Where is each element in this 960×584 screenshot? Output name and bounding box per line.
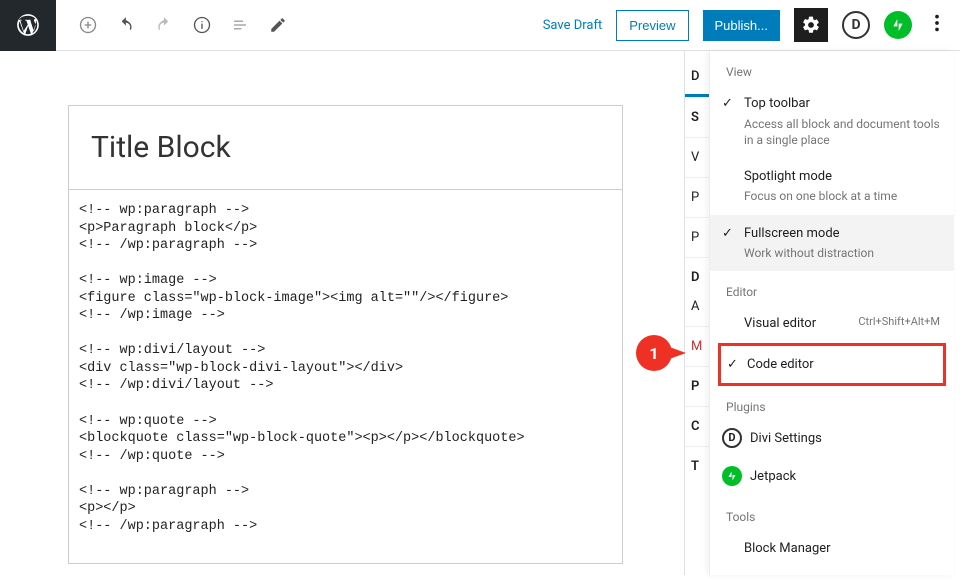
check-icon: ✓ bbox=[722, 225, 733, 243]
preview-button[interactable]: Preview bbox=[616, 10, 688, 41]
toolbar-left-group bbox=[56, 15, 288, 35]
menu-item-divi-settings[interactable]: D Divi Settings bbox=[710, 420, 954, 458]
menu-section-view: View bbox=[710, 51, 954, 85]
post-title-box[interactable]: Title Block bbox=[68, 105, 623, 190]
sidebar-section[interactable]: T bbox=[685, 446, 709, 486]
menu-item-title: Block Manager bbox=[744, 540, 940, 558]
redo-button[interactable] bbox=[154, 15, 174, 35]
menu-item-desc: Work without distraction bbox=[744, 245, 940, 261]
menu-item-code-editor[interactable]: ✓ Code editor bbox=[721, 346, 943, 384]
sidebar-section[interactable]: D bbox=[685, 257, 709, 297]
undo-icon bbox=[116, 15, 136, 35]
sidebar-section[interactable]: C bbox=[685, 406, 709, 446]
undo-button[interactable] bbox=[116, 15, 136, 35]
menu-item-title: Code editor bbox=[747, 356, 929, 374]
callout-highlight: ✓ Code editor bbox=[718, 343, 946, 387]
menu-item-top-toolbar[interactable]: ✓ Top toolbar Access all block and docum… bbox=[710, 85, 954, 158]
more-options-menu: View ✓ Top toolbar Access all block and … bbox=[709, 51, 954, 575]
code-editor-content[interactable]: <!-- wp:paragraph --> <p>Paragraph block… bbox=[79, 202, 612, 535]
code-editor-box[interactable]: <!-- wp:paragraph --> <p>Paragraph block… bbox=[68, 190, 623, 564]
sidebar-section[interactable]: P bbox=[685, 366, 709, 406]
more-menu-button[interactable] bbox=[926, 12, 948, 38]
sidebar-section[interactable]: S bbox=[685, 97, 709, 137]
menu-item-title: Divi Settings bbox=[750, 430, 940, 448]
menu-shortcut: Ctrl+Shift+Alt+M bbox=[858, 315, 940, 330]
kebab-icon bbox=[926, 12, 948, 34]
menu-section-tools: Tools bbox=[710, 496, 954, 530]
divi-icon: D bbox=[722, 428, 742, 448]
menu-item-desc: Focus on one block at a time bbox=[744, 188, 940, 204]
menu-item-title: Top toolbar bbox=[744, 95, 940, 113]
menu-item-title: Spotlight mode bbox=[744, 168, 940, 186]
sidebar-tab-document[interactable]: D bbox=[685, 59, 709, 97]
menu-item-jetpack[interactable]: Jetpack bbox=[710, 458, 954, 496]
menu-item-spotlight[interactable]: Spotlight mode Focus on one block at a t… bbox=[710, 158, 954, 215]
wordpress-icon bbox=[15, 12, 41, 38]
list-icon bbox=[231, 16, 249, 34]
menu-item-desc: Access all block and document tools in a… bbox=[744, 116, 940, 148]
menu-item-visual-editor[interactable]: Ctrl+Shift+Alt+M Visual editor bbox=[710, 305, 954, 343]
divi-icon-button[interactable]: D bbox=[842, 11, 870, 39]
callout-arrow bbox=[664, 345, 686, 361]
redo-icon bbox=[154, 15, 174, 35]
sidebar-section[interactable]: A bbox=[685, 297, 709, 326]
jetpack-icon bbox=[722, 466, 742, 486]
menu-item-block-manager[interactable]: Block Manager bbox=[710, 530, 954, 568]
toolbar-right-group: Save Draft Preview Publish... D bbox=[543, 8, 948, 42]
jetpack-icon bbox=[890, 17, 906, 33]
info-icon bbox=[192, 15, 212, 35]
wordpress-logo[interactable] bbox=[0, 0, 56, 51]
sidebar-section[interactable]: M bbox=[685, 326, 709, 366]
gear-icon bbox=[801, 15, 821, 35]
menu-item-fullscreen[interactable]: ✓ Fullscreen mode Work without distracti… bbox=[710, 215, 954, 272]
settings-button[interactable] bbox=[794, 8, 828, 42]
save-draft-link[interactable]: Save Draft bbox=[543, 18, 603, 33]
publish-button[interactable]: Publish... bbox=[703, 10, 780, 41]
settings-sidebar: D S V P P D A M P C T bbox=[684, 51, 709, 575]
check-icon: ✓ bbox=[727, 356, 738, 374]
add-block-button[interactable] bbox=[78, 15, 98, 35]
check-icon: ✓ bbox=[722, 95, 733, 113]
info-button[interactable] bbox=[192, 15, 212, 35]
jetpack-icon-button[interactable] bbox=[884, 11, 912, 39]
menu-item-title: Fullscreen mode bbox=[744, 225, 940, 243]
sidebar-section[interactable]: V bbox=[685, 137, 709, 177]
edit-button[interactable] bbox=[268, 15, 288, 35]
outline-button[interactable] bbox=[230, 15, 250, 35]
plus-circle-icon bbox=[78, 14, 98, 36]
menu-section-editor: Editor bbox=[710, 271, 954, 305]
menu-item-title: Jetpack bbox=[750, 468, 940, 486]
menu-section-plugins: Plugins bbox=[710, 386, 954, 420]
top-toolbar: Save Draft Preview Publish... D bbox=[0, 0, 960, 51]
sidebar-section[interactable]: P bbox=[685, 177, 709, 217]
annotation-callout: 1 bbox=[636, 335, 686, 371]
sidebar-section[interactable]: P bbox=[685, 217, 709, 257]
pencil-icon bbox=[269, 16, 287, 34]
post-title[interactable]: Title Block bbox=[91, 130, 600, 165]
